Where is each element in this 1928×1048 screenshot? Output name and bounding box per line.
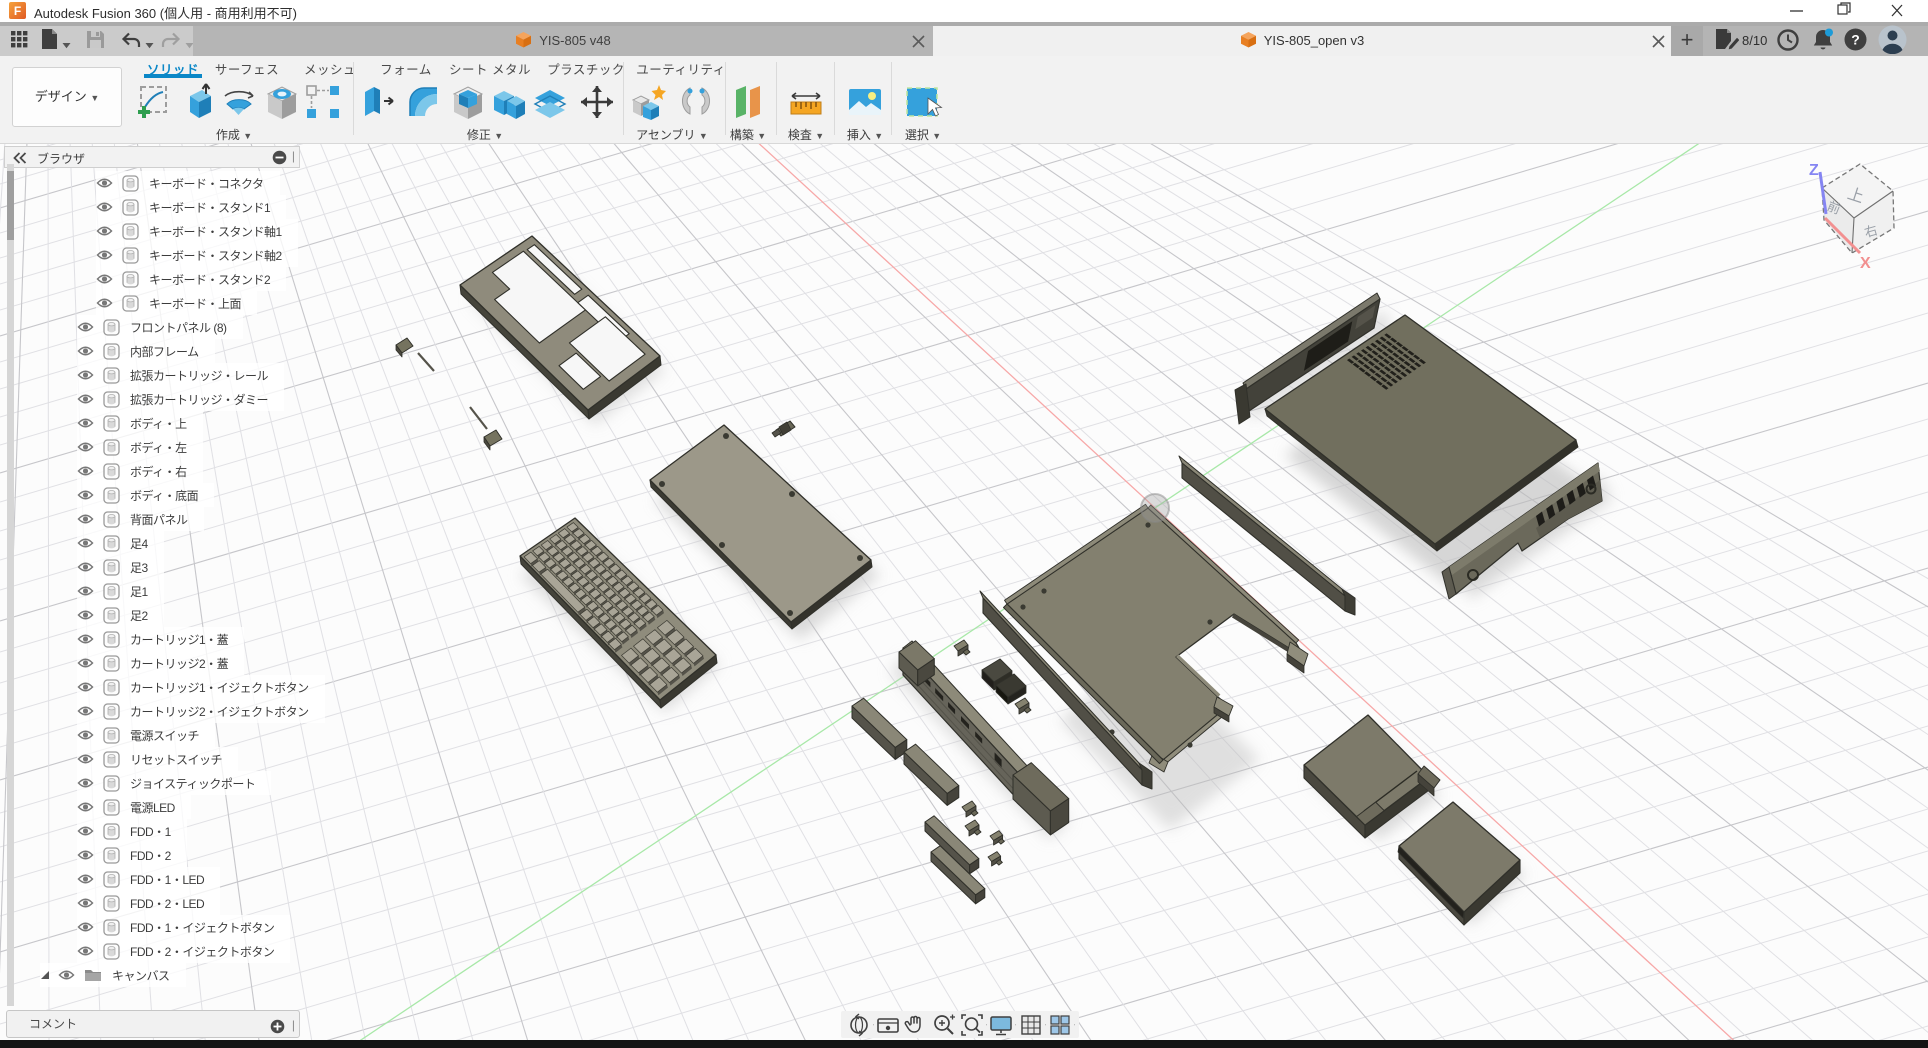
svg-text:?: ? <box>1851 32 1860 48</box>
svg-text:X: X <box>1860 255 1871 272</box>
svg-text:Z: Z <box>1809 162 1819 179</box>
svg-text:F: F <box>14 4 21 18</box>
